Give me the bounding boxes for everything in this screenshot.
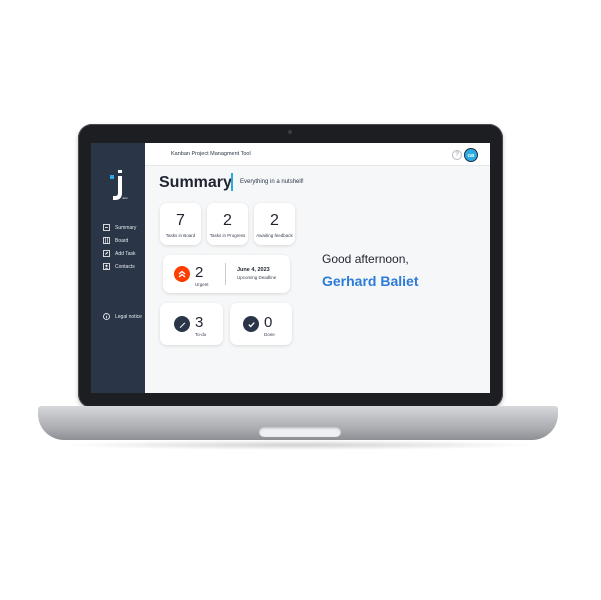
sidebar-item-contacts[interactable]: Contacts [103, 263, 135, 270]
sidebar: Join Summary Board Add Task Contacts Leg… [91, 143, 145, 393]
todo-label: To-do [195, 332, 207, 337]
sidebar-item-board[interactable]: Board [103, 237, 128, 244]
sidebar-item-summary[interactable]: Summary [103, 224, 136, 231]
screen: Join Summary Board Add Task Contacts Leg… [91, 143, 490, 393]
page-title: Summary [159, 174, 232, 191]
todo-card[interactable]: 3 To-do [160, 303, 223, 345]
done-count: 0 [264, 314, 273, 331]
deadline-date: June 4, 2023 [237, 267, 270, 273]
app-title: Kanban Project Managment Tool [171, 151, 251, 157]
sidebar-item-label: Summary [115, 224, 137, 231]
tasks-in-progress-count: 2 [223, 212, 232, 229]
pencil-icon [174, 316, 190, 332]
sidebar-item-label: Board [115, 237, 129, 244]
tasks-in-board-card[interactable]: 7 Tasks in Board [160, 203, 201, 245]
urgent-arrow-icon [174, 266, 190, 282]
legal-notice-label: Legal notice [115, 313, 142, 320]
avatar[interactable]: GB [464, 148, 478, 162]
done-card[interactable]: 0 Done [230, 303, 292, 345]
logo-text: Join [122, 196, 128, 200]
tasks-in-board-count: 7 [176, 212, 185, 229]
urgent-card[interactable]: 2 Urgent June 4, 2023 Upcoming Deadline [163, 255, 290, 293]
board-icon [103, 237, 110, 244]
tasks-in-progress-label: Tasks in Progress [209, 233, 246, 238]
urgent-count: 2 [195, 264, 204, 281]
urgent-divider [225, 263, 226, 285]
awaiting-feedback-label: Awaiting feedback [256, 233, 293, 238]
camera [288, 130, 292, 134]
done-label: Done [264, 332, 275, 337]
awaiting-feedback-card[interactable]: 2 Awaiting feedback [254, 203, 295, 245]
greeting-text: Good afternoon, [322, 252, 409, 266]
user-name: Gerhard Baliet [322, 273, 419, 289]
urgent-label: Urgent [195, 282, 209, 287]
sidebar-item-label: Add Task [115, 250, 136, 257]
join-logo[interactable]: Join [108, 169, 130, 205]
tasks-in-board-label: Tasks in Board [165, 233, 196, 238]
page-subtitle: Everything in a nutshell! [240, 179, 304, 185]
todo-count: 3 [195, 314, 204, 331]
title-divider [231, 173, 233, 191]
sidebar-item-label: Contacts [115, 263, 135, 270]
sidebar-item-add-task[interactable]: Add Task [103, 250, 135, 257]
info-icon [103, 313, 110, 320]
laptop-shadow [60, 440, 540, 450]
sidebar-legal-notice[interactable]: Legal notice [103, 313, 142, 320]
top-bar: Kanban Project Managment Tool ? GB [145, 143, 490, 166]
help-icon[interactable]: ? [452, 150, 462, 160]
deadline-label: Upcoming Deadline [237, 275, 277, 280]
checkmark-icon [243, 316, 259, 332]
summary-icon [103, 224, 110, 231]
laptop-notch [259, 427, 341, 437]
contacts-icon [103, 263, 110, 270]
awaiting-feedback-count: 2 [270, 212, 279, 229]
add-task-icon [103, 250, 110, 257]
tasks-in-progress-card[interactable]: 2 Tasks in Progress [207, 203, 248, 245]
